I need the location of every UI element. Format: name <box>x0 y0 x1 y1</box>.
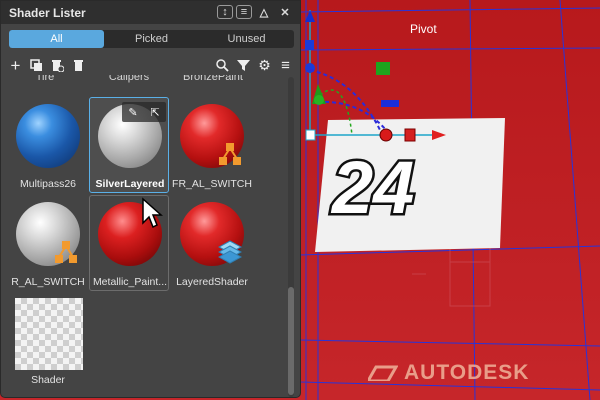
brand-text: AUTODESK <box>404 361 530 384</box>
shader-label: Multipass26 <box>19 178 77 190</box>
shader-swatch <box>16 104 80 168</box>
tab-unused[interactable]: Unused <box>199 30 294 48</box>
shader-label: LayeredShader <box>176 276 248 288</box>
shader-label: Shader <box>31 374 65 386</box>
delete-icon[interactable] <box>72 59 85 72</box>
duplicate-icon[interactable] <box>30 58 43 72</box>
panel-title: Shader Lister <box>9 5 86 20</box>
shader-label: Metallic_Paint... <box>92 276 168 288</box>
shader-tile-r-al-switch[interactable]: R_AL_SWITCH <box>7 195 87 291</box>
reorder-icon[interactable]: ↕ <box>217 4 233 19</box>
shader-label: BronzePaint <box>183 75 243 83</box>
shader-label: R_AL_SWITCH <box>11 276 85 288</box>
tab-picked[interactable]: Picked <box>104 30 199 48</box>
list-menu-icon[interactable]: ≡ <box>279 58 292 73</box>
swatch-tools: ✎ ⇱ <box>122 102 166 122</box>
scrollbar-thumb[interactable] <box>288 287 294 395</box>
shader-tile-layeredshader[interactable]: LayeredShader <box>171 195 251 291</box>
partial-row-labels: Tire Calipers BronzePaint <box>1 75 287 93</box>
shader-label: Calipers <box>108 75 150 83</box>
shader-tile-silverlayered[interactable]: ✎ ⇱ SilverLayered <box>89 97 169 193</box>
switch-icon <box>55 241 77 263</box>
menu-icon[interactable]: ≡ <box>236 4 252 19</box>
tab-all[interactable]: All <box>9 30 104 48</box>
shader-label: SilverLayered <box>95 178 165 190</box>
ghost-box <box>412 245 491 307</box>
shader-tile-fr-al-switch[interactable]: FR_AL_SWITCH <box>171 97 252 193</box>
switch-icon <box>219 143 241 165</box>
autodesk-mark-icon <box>368 365 398 381</box>
settings-icon[interactable]: ⚙ <box>258 58 271 72</box>
pick-cursor-icon[interactable]: ⇱ <box>150 106 159 119</box>
shader-tile-multipass26[interactable]: Multipass26 <box>7 97 87 193</box>
add-icon[interactable]: + <box>9 57 22 74</box>
pivot-label: Pivot <box>410 22 437 36</box>
search-icon[interactable] <box>216 58 229 72</box>
mouse-cursor-icon <box>142 197 163 229</box>
delete-unused-icon[interactable] <box>51 59 64 72</box>
window-buttons: ↕ ≡ △ ✕ <box>217 4 294 21</box>
close-icon[interactable]: ✕ <box>276 5 294 21</box>
collapse-icon[interactable]: △ <box>255 5 273 21</box>
shader-lister-panel: Shader Lister ↕ ≡ △ ✕ All Picked Unused … <box>0 0 301 398</box>
edit-icon[interactable]: ✎ <box>128 106 137 119</box>
shader-swatch <box>15 298 83 370</box>
filter-tabs: All Picked Unused <box>9 30 294 48</box>
decal-number: 24 <box>330 146 414 229</box>
filter-icon[interactable] <box>237 59 250 72</box>
shader-grid: Tire Calipers BronzePaint Multipass26 ✎ … <box>1 75 287 397</box>
shader-label: FR_AL_SWITCH <box>172 178 252 190</box>
shader-tile-shader[interactable]: Shader <box>7 293 87 389</box>
layers-icon <box>218 240 242 264</box>
shader-label: Tire <box>35 75 55 83</box>
panel-titlebar[interactable]: Shader Lister ↕ ≡ △ ✕ <box>1 1 300 24</box>
grid-scrollbar[interactable] <box>288 77 294 397</box>
autodesk-logo: AUTODESK <box>368 361 529 385</box>
